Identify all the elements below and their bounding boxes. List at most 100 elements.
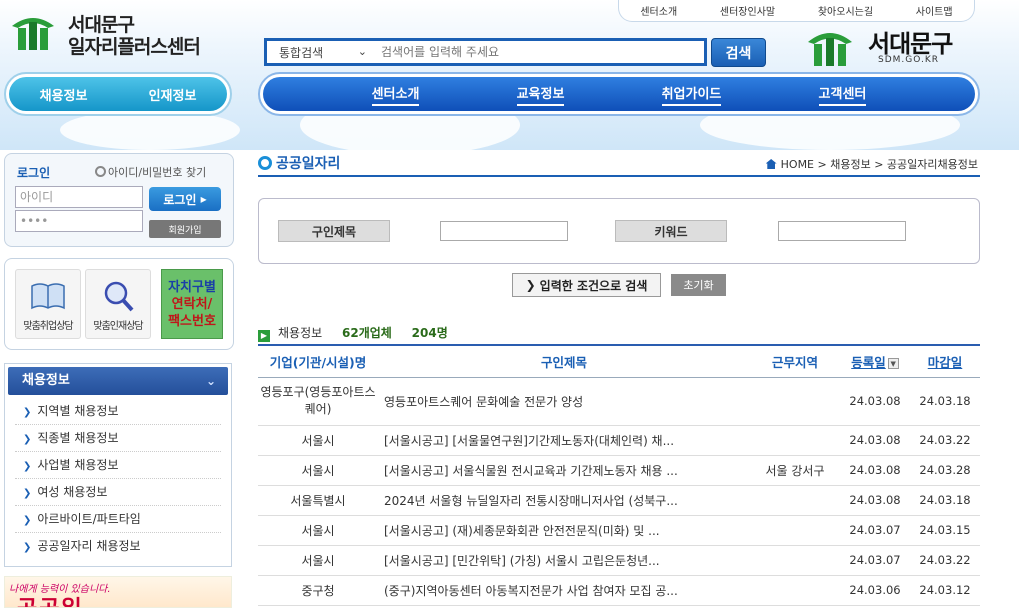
company-count: 62개업체 xyxy=(342,326,392,340)
side-menu-item-label: 공공일자리 채용정보 xyxy=(37,539,141,553)
side-menu-item-label: 지역별 채용정보 xyxy=(37,404,119,418)
cell-region xyxy=(750,377,840,426)
main-nav-customer-center[interactable]: 고객센터 xyxy=(818,83,867,106)
cell-region xyxy=(750,425,840,456)
col-company: 기업(기관/시설)명 xyxy=(258,344,378,378)
login-button[interactable]: 로그인 ▸ xyxy=(149,187,221,211)
cell-reg: 24.03.06 xyxy=(840,575,910,606)
district-directory-link[interactable]: 자치구별 연락처/ 팩스번호 xyxy=(161,269,223,339)
cell-title[interactable]: 영등포아트스퀘어 문화예술 전문가 양성 xyxy=(378,377,750,426)
main-nav-center-intro[interactable]: 센터소개 xyxy=(371,83,420,106)
search-bar: 통합검색 ⌄ xyxy=(264,38,707,66)
search-scope-select[interactable]: 통합검색 ⌄ xyxy=(267,41,375,63)
left-quick-nav: 채용정보 인재정보 xyxy=(4,72,232,116)
keyword-input[interactable] xyxy=(778,221,906,241)
table-row[interactable]: 서울특별시 2024년 서울형 뉴딜일자리 전통시장매니저사업 (성북구... … xyxy=(258,485,980,516)
cell-reg: 24.03.08 xyxy=(840,425,910,456)
job-consult-label: 맞춤취업상담 xyxy=(23,321,73,332)
district-logo-mark-icon xyxy=(808,33,852,66)
cell-company: 서울시 xyxy=(258,545,378,576)
main-nav: 센터소개 교육정보 취업가이드 고객센터 xyxy=(258,72,980,116)
side-menu-item-label: 사업별 채용정보 xyxy=(37,458,119,472)
cell-title[interactable]: [서울시공고] 서울식물원 전시교육과 기간제노동자 채용 ... xyxy=(378,455,750,486)
cell-region xyxy=(750,575,840,606)
table-row[interactable]: 중구청 (중구)지역아동센터 아동복지전문가 사업 참여자 모집 공... 24… xyxy=(258,575,980,606)
district-name: 서대문구 xyxy=(868,30,953,58)
search-button[interactable]: 검색 xyxy=(711,38,766,67)
table-row[interactable]: 서울시 [서울시공고] [서울물연구원]기간제노동자(대체인력) 채... 24… xyxy=(258,425,980,456)
cell-region xyxy=(750,545,840,576)
main-nav-job-guide[interactable]: 취업가이드 xyxy=(661,83,722,106)
cell-company: 서울시 xyxy=(258,425,378,456)
district-url: SDM.GO.KR xyxy=(878,55,939,65)
talent-consult-link[interactable]: 맞춤인재상담 xyxy=(85,269,151,339)
cell-title[interactable]: [서울시공고] [서울물연구원]기간제노동자(대체인력) 채... xyxy=(378,425,750,456)
id-field[interactable]: 아이디 xyxy=(15,186,143,208)
cell-region xyxy=(750,515,840,546)
table-row[interactable]: 서울시 [서울시공고] [민간위탁] (가칭) 서울시 고립은둔청년... 24… xyxy=(258,545,980,576)
top-link-greeting[interactable]: 센터장인사말 xyxy=(720,3,775,18)
table-row[interactable]: 영등포구(영등포아트스퀘어) 영등포아트스퀘어 문화예술 전문가 양성 24.0… xyxy=(258,377,980,426)
center-logo[interactable]: 서대문구 일자리플러스센터 xyxy=(8,8,218,58)
cell-due: 24.03.12 xyxy=(910,575,980,606)
nav-talent-info[interactable]: 인재정보 xyxy=(149,85,197,104)
col-due-date[interactable]: 마감일 xyxy=(910,344,980,378)
find-account-link[interactable]: 아이디/비밀번호 찾기 xyxy=(95,164,206,180)
condition-search-button[interactable]: ❯ 입력한 조건으로 검색 xyxy=(512,273,661,297)
main-nav-education[interactable]: 교육정보 xyxy=(516,83,565,106)
col-reg-date-label: 등록일 xyxy=(851,354,886,370)
cell-reg: 24.03.08 xyxy=(840,377,910,426)
side-menu-header[interactable]: 채용정보 ⌄ xyxy=(8,367,228,395)
table-row[interactable]: 서울시 [서울시공고] 서울식물원 전시교육과 기간제노동자 채용 ... 서울… xyxy=(258,455,980,486)
reset-button[interactable]: 초기화 xyxy=(671,274,726,296)
cell-reg: 24.03.07 xyxy=(840,515,910,546)
directory-line2: 연락처/ xyxy=(171,296,213,312)
cell-region xyxy=(750,485,840,516)
top-link-center-intro[interactable]: 센터소개 xyxy=(640,3,677,18)
side-menu-item-women[interactable]: ❯ 여성 채용정보 xyxy=(15,479,221,506)
promo-banner[interactable]: 나에게 능력이 있습니다. 공공일 xyxy=(4,576,232,608)
title-bullet-icon xyxy=(258,156,272,170)
login-title: 로그인 xyxy=(17,166,51,180)
chevron-down-icon: ⌄ xyxy=(357,45,367,58)
search-input[interactable] xyxy=(375,41,695,63)
side-menu-item-business[interactable]: ❯ 사업별 채용정보 xyxy=(15,452,221,479)
cell-company: 영등포구(영등포아트스퀘어) xyxy=(258,377,378,426)
nav-job-info[interactable]: 채용정보 xyxy=(40,85,88,104)
side-menu-item-region[interactable]: ❯ 지역별 채용정보 xyxy=(15,398,221,425)
cell-title[interactable]: [서울시공고] (재)세종문화회관 안전전문직(미화) 및 ... xyxy=(378,515,750,546)
top-link-directions[interactable]: 찾아오시는길 xyxy=(818,3,873,18)
arrow-right-icon: ❯ xyxy=(23,434,32,445)
side-menu: 채용정보 ⌄ ❯ 지역별 채용정보 ❯ 직종별 채용정보 ❯ 사업별 채용정보 ❯ 여성… xyxy=(4,363,232,567)
side-menu-item-parttime[interactable]: ❯ 아르바이트/파트타임 xyxy=(15,506,221,533)
arrow-right-icon: ❯ xyxy=(23,407,32,418)
top-link-sitemap[interactable]: 사이트맵 xyxy=(916,3,953,18)
password-field[interactable]: •••• xyxy=(15,210,143,232)
cell-company: 서울시 xyxy=(258,515,378,546)
directory-line1: 자치구별 xyxy=(168,279,216,295)
quick-links-box: 맞춤취업상담 맞춤인재상담 자치구별 연락처/ 팩스번호 xyxy=(4,258,234,350)
join-button[interactable]: 회원가입 xyxy=(149,220,221,238)
side-menu-item-public[interactable]: ❯ 공공일자리 채용정보 xyxy=(15,533,221,560)
side-menu-title: 채용정보 xyxy=(22,373,70,388)
col-reg-date[interactable]: 등록일 ▼ xyxy=(840,344,910,378)
cell-due: 24.03.22 xyxy=(910,425,980,456)
job-title-label: 구인제목 xyxy=(278,220,390,242)
col-title: 구인제목 xyxy=(378,344,750,378)
cell-title[interactable]: (중구)지역아동센터 아동복지전문가 사업 참여자 모집 공... xyxy=(378,575,750,606)
cell-reg: 24.03.08 xyxy=(840,455,910,486)
district-logo[interactable]: 서대문구 SDM.GO.KR xyxy=(804,22,964,72)
cell-title[interactable]: [서울시공고] [민간위탁] (가칭) 서울시 고립은둔청년... xyxy=(378,545,750,576)
job-title-input[interactable] xyxy=(440,221,568,241)
cell-title[interactable]: 2024년 서울형 뉴딜일자리 전통시장매니저사업 (성북구... xyxy=(378,485,750,516)
keyword-label: 키워드 xyxy=(615,220,727,242)
directory-line3: 팩스번호 xyxy=(168,313,216,329)
side-menu-item-occupation[interactable]: ❯ 직종별 채용정보 xyxy=(15,425,221,452)
page-title-bar: 공공일자리 HOME > 채용정보 > 공공일자리채용정보 xyxy=(258,153,980,177)
cell-reg: 24.03.07 xyxy=(840,545,910,576)
arrow-right-icon: ❯ xyxy=(23,461,32,472)
job-consult-link[interactable]: 맞춤취업상담 xyxy=(15,269,81,339)
cell-region: 서울 강서구 xyxy=(750,455,840,486)
sort-icon[interactable]: ▼ xyxy=(887,357,899,369)
table-row[interactable]: 서울시 [서울시공고] (재)세종문화회관 안전전문직(미화) 및 ... 24… xyxy=(258,515,980,546)
